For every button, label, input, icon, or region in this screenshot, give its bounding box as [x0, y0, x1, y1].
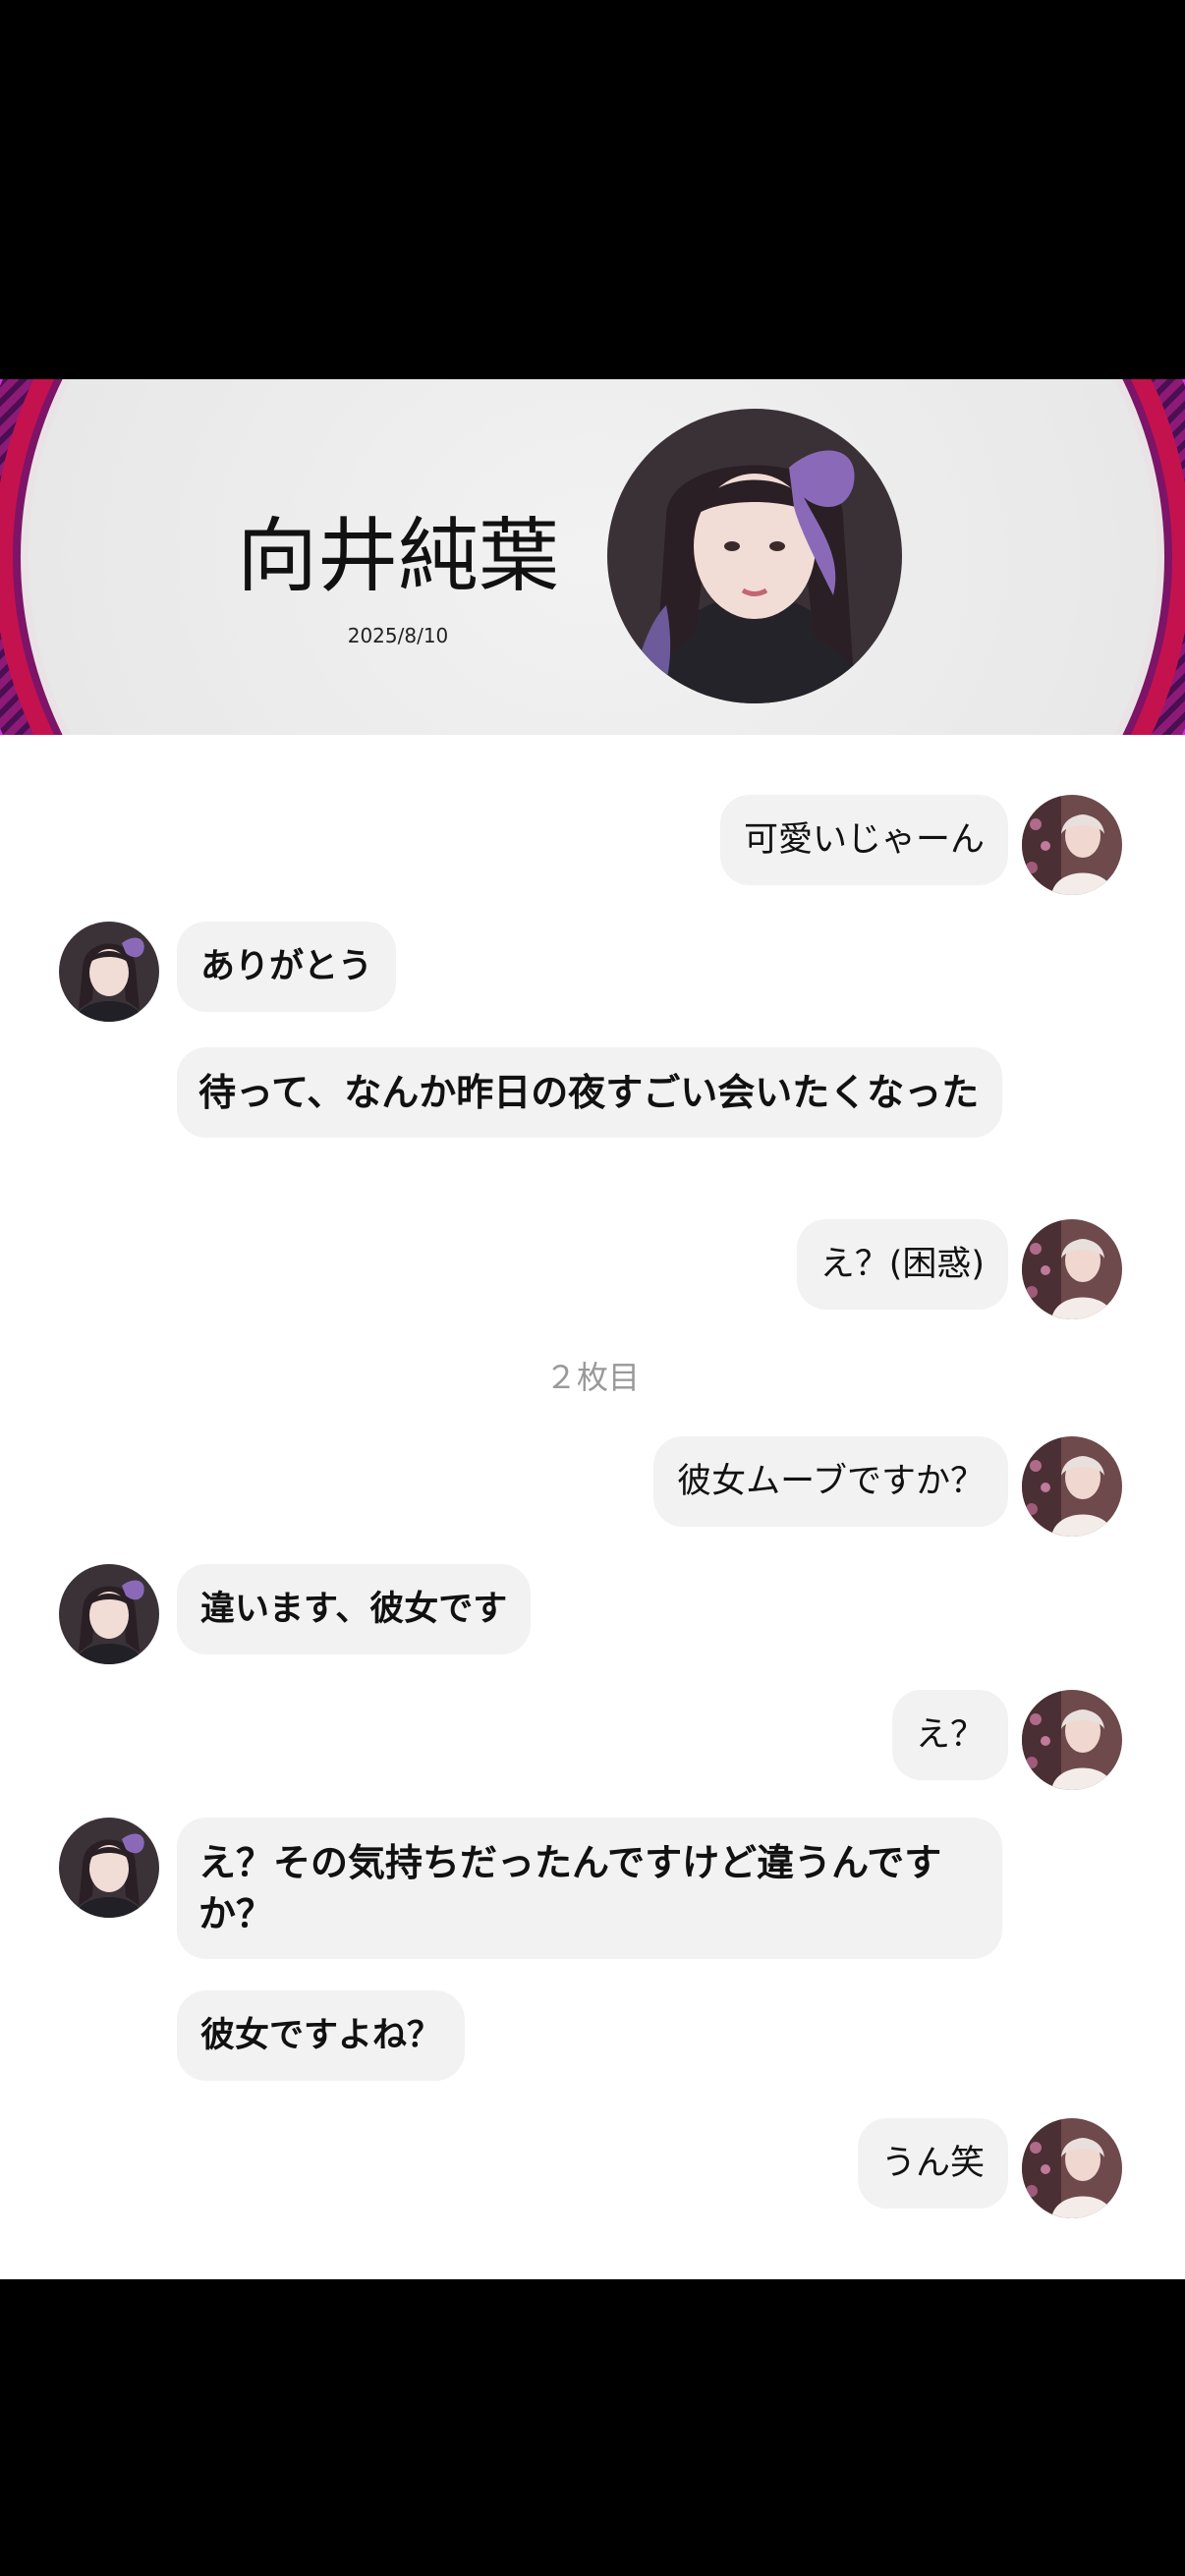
message-bubble-sent[interactable]: え？(困惑) [796, 1219, 1008, 1310]
my-avatar-icon [1022, 795, 1122, 895]
contact-avatar[interactable] [59, 922, 159, 1022]
my-avatar[interactable] [1022, 2118, 1122, 2218]
message-bubble-received[interactable]: え？その気持ちだったんですけど違うんですか？ [177, 1818, 1002, 1959]
message-bubble-sent[interactable]: 彼女ムーブですか？ [653, 1436, 1008, 1527]
chat-date: 2025/8/10 [347, 624, 449, 647]
message-bubble-received[interactable]: ありがとう [177, 922, 397, 1012]
contact-name: 向井純葉 [236, 510, 559, 603]
contact-avatar-icon [59, 1564, 159, 1664]
message-bubble-received[interactable]: 待って、なんか昨日の夜すごい会いたくなった [177, 1047, 1002, 1138]
contact-avatar[interactable] [59, 1564, 159, 1664]
profile-banner: 向井純葉 2025/8/10 [0, 379, 1185, 735]
message-bubble-sent[interactable]: うん笑 [857, 2118, 1008, 2209]
contact-avatar-icon [59, 922, 159, 1022]
message-bubble-sent[interactable]: 可愛いじゃーん [719, 795, 1008, 885]
message-bubble-received[interactable]: 彼女ですよね？ [177, 1990, 466, 2081]
profile-photo-icon [607, 409, 902, 703]
image-divider-label: ２枚目 [544, 1359, 640, 1396]
banner-ring-decoration [0, 379, 1185, 735]
profile-avatar[interactable] [607, 409, 902, 703]
my-avatar[interactable] [1022, 1219, 1122, 1319]
contact-avatar-icon [59, 1818, 159, 1918]
message-bubble-received[interactable]: 違います、彼女です [177, 1564, 532, 1654]
chat-thread[interactable]: 可愛いじゃーん ありがとう 待って、なんか昨日の夜すごい会いたくなった え？(困… [0, 735, 1185, 2279]
my-avatar-icon [1022, 1436, 1122, 1537]
screen: 向井純葉 2025/8/10 可愛いじゃーん ありがとう 待って、なんか昨日の夜… [0, 0, 1185, 2576]
my-avatar-icon [1022, 1219, 1122, 1319]
my-avatar-icon [1022, 2118, 1122, 2218]
my-avatar[interactable] [1022, 1436, 1122, 1537]
contact-avatar[interactable] [59, 1818, 159, 1918]
my-avatar-icon [1022, 1690, 1122, 1790]
my-avatar[interactable] [1022, 1690, 1122, 1790]
message-bubble-sent[interactable]: え？ [891, 1690, 1008, 1780]
my-avatar[interactable] [1022, 795, 1122, 895]
